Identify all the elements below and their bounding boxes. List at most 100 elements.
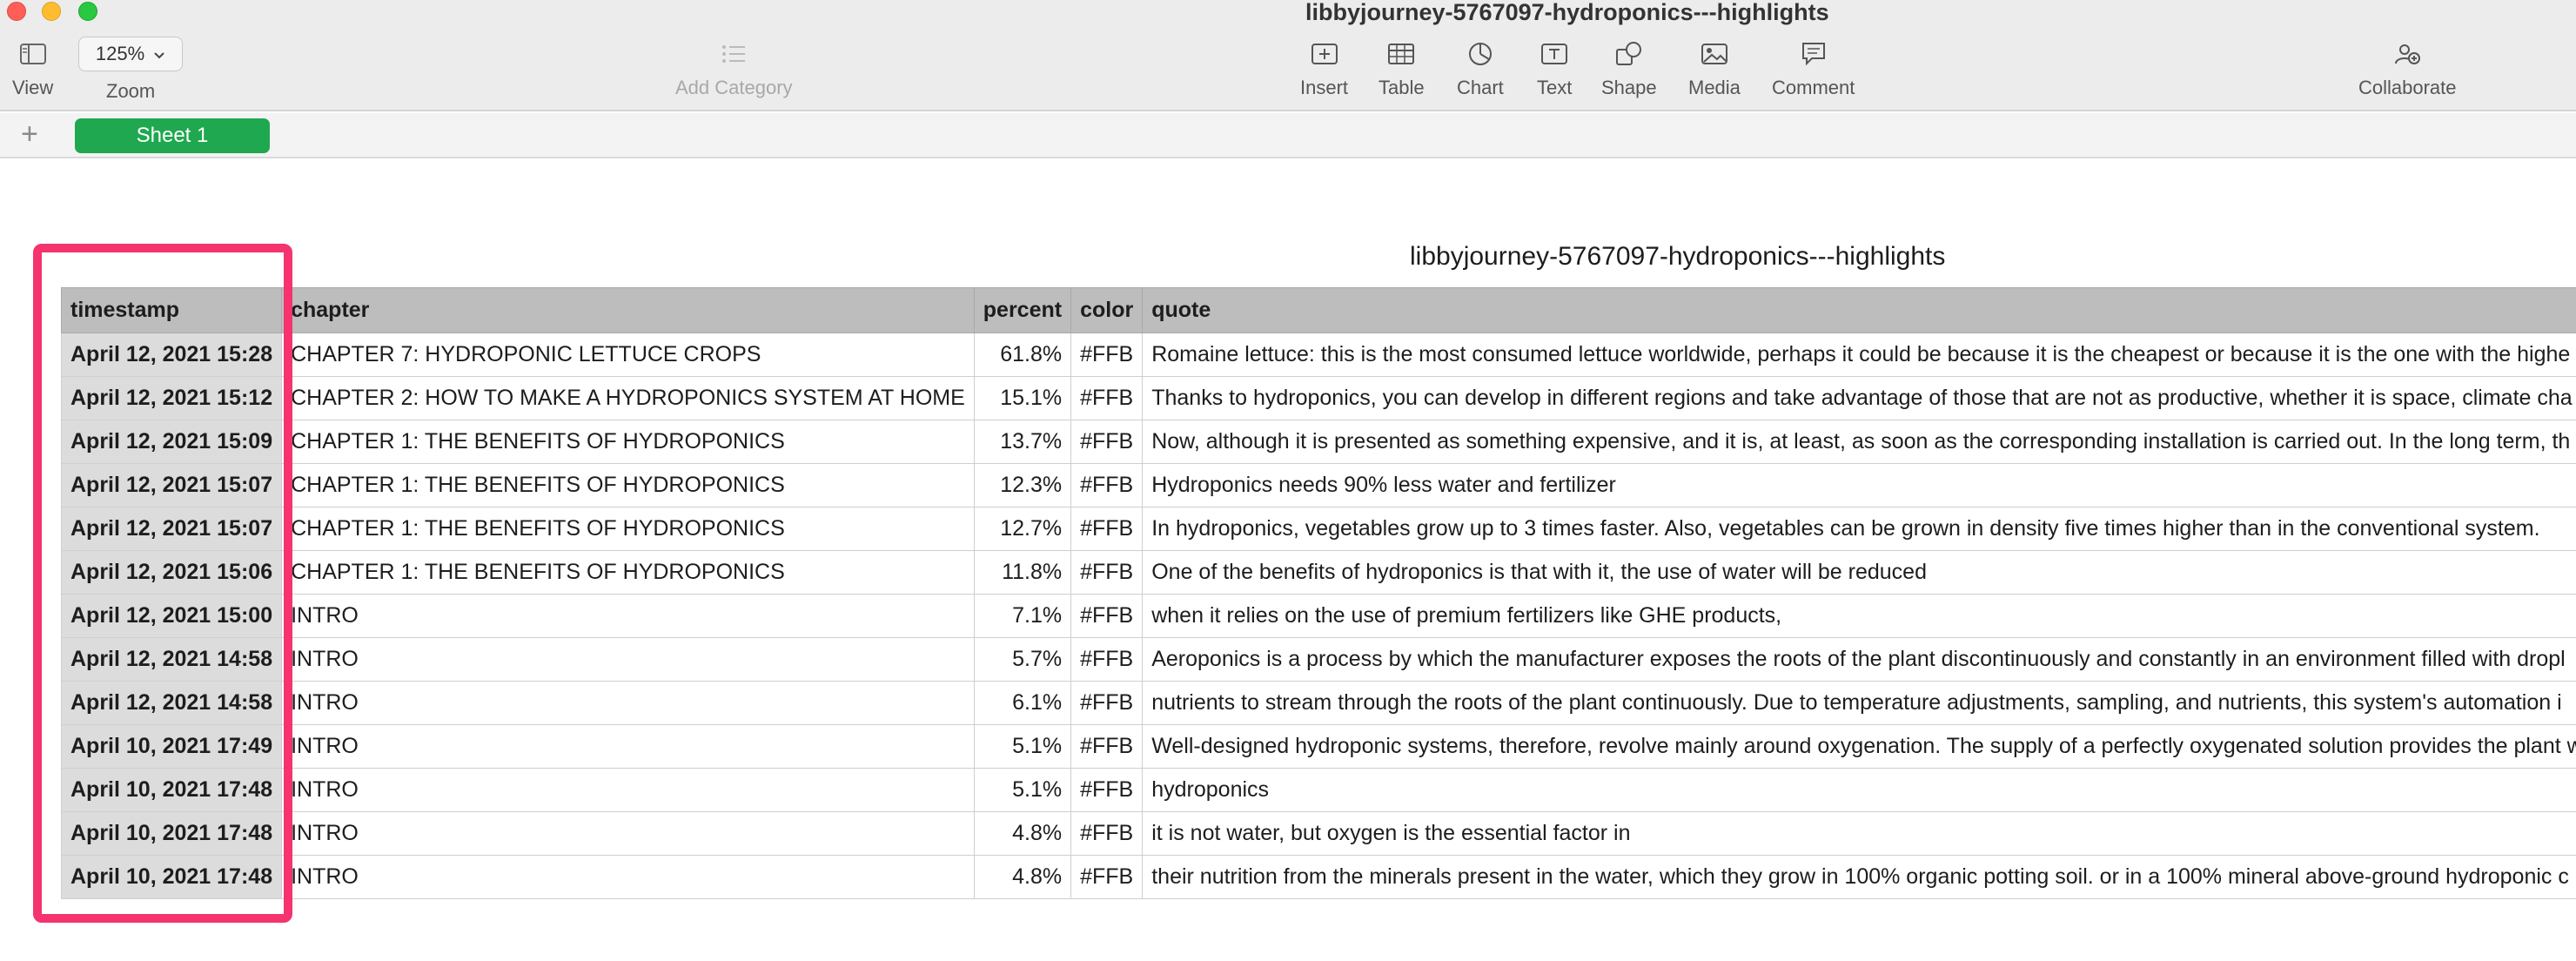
cell-quote[interactable]: their nutrition from the minerals presen… (1142, 855, 2576, 899)
cell-color[interactable]: #FFB (1070, 333, 1144, 377)
cell-timestamp[interactable]: April 10, 2021 17:48 (60, 811, 283, 856)
cell-color[interactable]: #FFB (1070, 768, 1144, 812)
table-row: April 12, 2021 14:58 INTRO 6.1% #FFB nutrien… (60, 681, 2576, 725)
cell-color[interactable]: #FFB (1070, 507, 1144, 551)
cell-chapter[interactable]: CHAPTER 1: THE BENEFITS OF HYDROPONICS (281, 550, 975, 595)
comment-icon (1800, 37, 1828, 71)
cell-timestamp[interactable]: April 10, 2021 17:48 (60, 768, 283, 812)
text-button[interactable]: Text (1537, 37, 1572, 99)
cell-percent[interactable]: 4.8% (973, 811, 1072, 856)
cell-percent[interactable]: 5.1% (973, 768, 1072, 812)
insert-label: Insert (1300, 77, 1349, 98)
cell-timestamp[interactable]: April 12, 2021 15:09 (60, 420, 283, 464)
cell-quote[interactable]: One of the benefits of hydroponics is th… (1142, 550, 2576, 595)
minimize-window-button[interactable] (42, 2, 61, 21)
cell-quote[interactable]: Well-designed hydroponic systems, theref… (1142, 724, 2576, 769)
add-category-button[interactable]: Add Category (675, 37, 793, 99)
cell-quote[interactable]: Hydroponics needs 90% less water and fer… (1142, 463, 2576, 507)
cell-percent[interactable]: 5.7% (973, 637, 1072, 682)
shape-button[interactable]: Shape (1601, 37, 1657, 99)
cell-timestamp[interactable]: April 12, 2021 15:07 (60, 463, 283, 507)
cell-quote[interactable]: it is not water, but oxygen is the essen… (1142, 811, 2576, 856)
zoom-window-button[interactable] (78, 2, 97, 21)
media-label: Media (1688, 77, 1741, 98)
cell-timestamp[interactable]: April 12, 2021 15:12 (60, 376, 283, 420)
cell-chapter[interactable]: CHAPTER 7: HYDROPONIC LETTUCE CROPS (281, 333, 975, 377)
collaborate-icon (2392, 37, 2422, 71)
cell-quote[interactable]: Now, although it is presented as somethi… (1142, 420, 2576, 464)
tab-sheet-1[interactable]: Sheet 1 (75, 118, 270, 153)
cell-percent[interactable]: 13.7% (973, 420, 1072, 464)
cell-color[interactable]: #FFB (1070, 681, 1144, 725)
data-table[interactable]: timestamp chapter percent color quote Ap… (60, 287, 2576, 899)
cell-chapter[interactable]: INTRO (281, 594, 975, 638)
cell-chapter[interactable]: CHAPTER 1: THE BENEFITS OF HYDROPONICS (281, 507, 975, 551)
cell-quote[interactable]: nutrients to stream through the roots of… (1142, 681, 2576, 725)
cell-percent[interactable]: 7.1% (973, 594, 1072, 638)
cell-color[interactable]: #FFB (1070, 594, 1144, 638)
cell-percent[interactable]: 12.7% (973, 507, 1072, 551)
cell-timestamp[interactable]: April 12, 2021 15:07 (60, 507, 283, 551)
cell-color[interactable]: #FFB (1070, 420, 1144, 464)
table-row: April 12, 2021 15:12 CHAPTER 2: HOW TO MA… (60, 376, 2576, 420)
cell-timestamp[interactable]: April 12, 2021 14:58 (60, 637, 283, 682)
comment-button[interactable]: Comment (1772, 37, 1855, 99)
collaborate-button[interactable]: Collaborate (2358, 37, 2457, 99)
cell-color[interactable]: #FFB (1070, 637, 1144, 682)
cell-chapter[interactable]: INTRO (281, 811, 975, 856)
insert-button[interactable]: Insert (1300, 37, 1348, 99)
collaborate-label: Collaborate (2358, 77, 2457, 98)
cell-chapter[interactable]: INTRO (281, 855, 975, 899)
cell-chapter[interactable]: INTRO (281, 681, 975, 725)
view-button[interactable]: View (12, 37, 53, 99)
column-header-color[interactable]: color (1070, 287, 1144, 333)
cell-timestamp[interactable]: April 12, 2021 15:06 (60, 550, 283, 595)
cell-quote[interactable]: Romaine lettuce: this is the most consum… (1142, 333, 2576, 377)
cell-timestamp[interactable]: April 12, 2021 14:58 (60, 681, 283, 725)
cell-color[interactable]: #FFB (1070, 855, 1144, 899)
cell-percent[interactable]: 61.8% (973, 333, 1072, 377)
zoom-popup[interactable]: 125% (78, 37, 183, 71)
cell-percent[interactable]: 12.3% (973, 463, 1072, 507)
table-row: April 10, 2021 17:48 INTRO 4.8% #FFB it is n… (60, 811, 2576, 856)
cell-color[interactable]: #FFB (1070, 724, 1144, 769)
cell-chapter[interactable]: INTRO (281, 637, 975, 682)
close-window-button[interactable] (7, 2, 26, 21)
cell-quote[interactable]: hydroponics (1142, 768, 2576, 812)
cell-color[interactable]: #FFB (1070, 811, 1144, 856)
cell-chapter[interactable]: CHAPTER 1: THE BENEFITS OF HYDROPONICS (281, 420, 975, 464)
cell-color[interactable]: #FFB (1070, 376, 1144, 420)
cell-percent[interactable]: 4.8% (973, 855, 1072, 899)
table-row: April 12, 2021 15:00 INTRO 7.1% #FFB when it… (60, 594, 2576, 638)
cell-timestamp[interactable]: April 12, 2021 15:00 (60, 594, 283, 638)
cell-percent[interactable]: 5.1% (973, 724, 1072, 769)
cell-quote[interactable]: In hydroponics, vegetables grow up to 3 … (1142, 507, 2576, 551)
cell-percent[interactable]: 6.1% (973, 681, 1072, 725)
cell-color[interactable]: #FFB (1070, 550, 1144, 595)
cell-quote[interactable]: when it relies on the use of premium fer… (1142, 594, 2576, 638)
zoom-label: Zoom (106, 80, 156, 102)
toolbar: libbyjourney-5767097-hydroponics---highl… (0, 0, 2576, 111)
column-header-percent[interactable]: percent (973, 287, 1072, 333)
chart-button[interactable]: Chart (1457, 37, 1504, 99)
cell-chapter[interactable]: CHAPTER 2: HOW TO MAKE A HYDROPONICS SYS… (281, 376, 975, 420)
table-button[interactable]: Table (1379, 37, 1425, 99)
cell-timestamp[interactable]: April 12, 2021 15:28 (60, 333, 283, 377)
add-sheet-button[interactable]: + (21, 117, 38, 151)
cell-chapter[interactable]: CHAPTER 1: THE BENEFITS OF HYDROPONICS (281, 463, 975, 507)
media-button[interactable]: Media (1688, 37, 1741, 99)
text-label: Text (1537, 77, 1573, 98)
cell-color[interactable]: #FFB (1070, 463, 1144, 507)
cell-timestamp[interactable]: April 10, 2021 17:49 (60, 724, 283, 769)
column-header-quote[interactable]: quote (1142, 287, 2576, 333)
column-header-timestamp[interactable]: timestamp (60, 287, 283, 333)
cell-quote[interactable]: Aeroponics is a process by which the man… (1142, 637, 2576, 682)
column-header-chapter[interactable]: chapter (281, 287, 975, 333)
cell-quote[interactable]: Thanks to hydroponics, you can develop i… (1142, 376, 2576, 420)
cell-chapter[interactable]: INTRO (281, 768, 975, 812)
add-category-label: Add Category (675, 77, 793, 98)
cell-percent[interactable]: 15.1% (973, 376, 1072, 420)
cell-chapter[interactable]: INTRO (281, 724, 975, 769)
cell-timestamp[interactable]: April 10, 2021 17:48 (60, 855, 283, 899)
cell-percent[interactable]: 11.8% (973, 550, 1072, 595)
